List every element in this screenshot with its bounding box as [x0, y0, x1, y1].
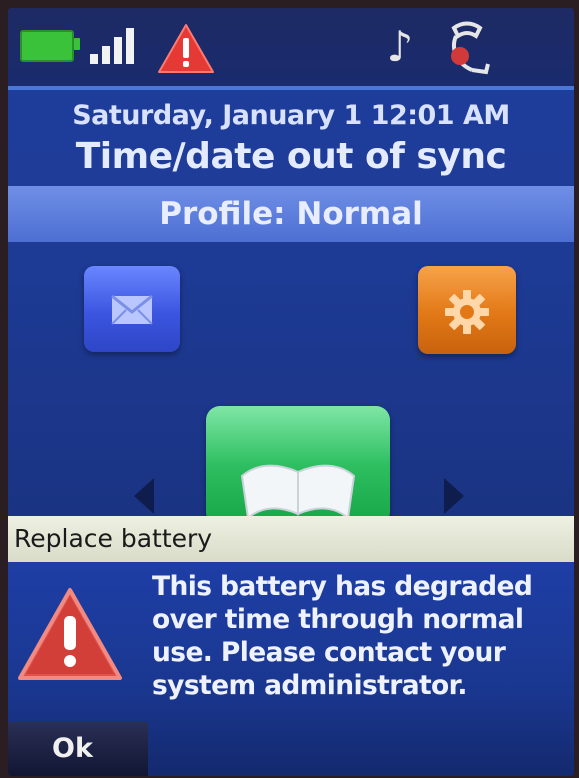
notice-title-bar: Replace battery — [8, 516, 574, 562]
directory-tile[interactable] — [206, 406, 390, 526]
book-icon — [240, 464, 356, 520]
sync-status-label: Time/date out of sync — [75, 136, 507, 177]
messages-tile[interactable] — [84, 266, 180, 352]
warning-large-icon — [18, 588, 122, 680]
status-bar: ♪ — [8, 8, 574, 86]
ok-button-label: Ok — [52, 733, 93, 764]
profile-label: Profile: Normal — [159, 196, 423, 232]
signal-strength-icon — [90, 28, 146, 64]
handset-icon — [451, 21, 490, 75]
battery-tip — [74, 38, 80, 50]
battery-full-icon — [20, 30, 74, 62]
ok-button[interactable]: Ok — [8, 722, 148, 776]
phone-screen: ♪ Saturday, January 1 12:01 AM Time/date… — [8, 8, 574, 776]
envelope-icon — [111, 294, 153, 325]
warning-icon[interactable] — [156, 22, 216, 76]
status-divider — [8, 86, 574, 90]
notice-title: Replace battery — [14, 524, 213, 553]
profile-bar[interactable]: Profile: Normal — [8, 186, 574, 242]
gear-icon — [445, 290, 489, 334]
settings-tile[interactable] — [418, 266, 516, 354]
date-time-label: Saturday, January 1 12:01 AM — [72, 100, 510, 131]
notice-message: This battery has degraded over time thro… — [152, 571, 533, 701]
music-note-icon: ♪ — [386, 22, 414, 71]
scroll-left-arrow-icon[interactable] — [134, 478, 154, 514]
scroll-right-arrow-icon[interactable] — [444, 478, 464, 514]
